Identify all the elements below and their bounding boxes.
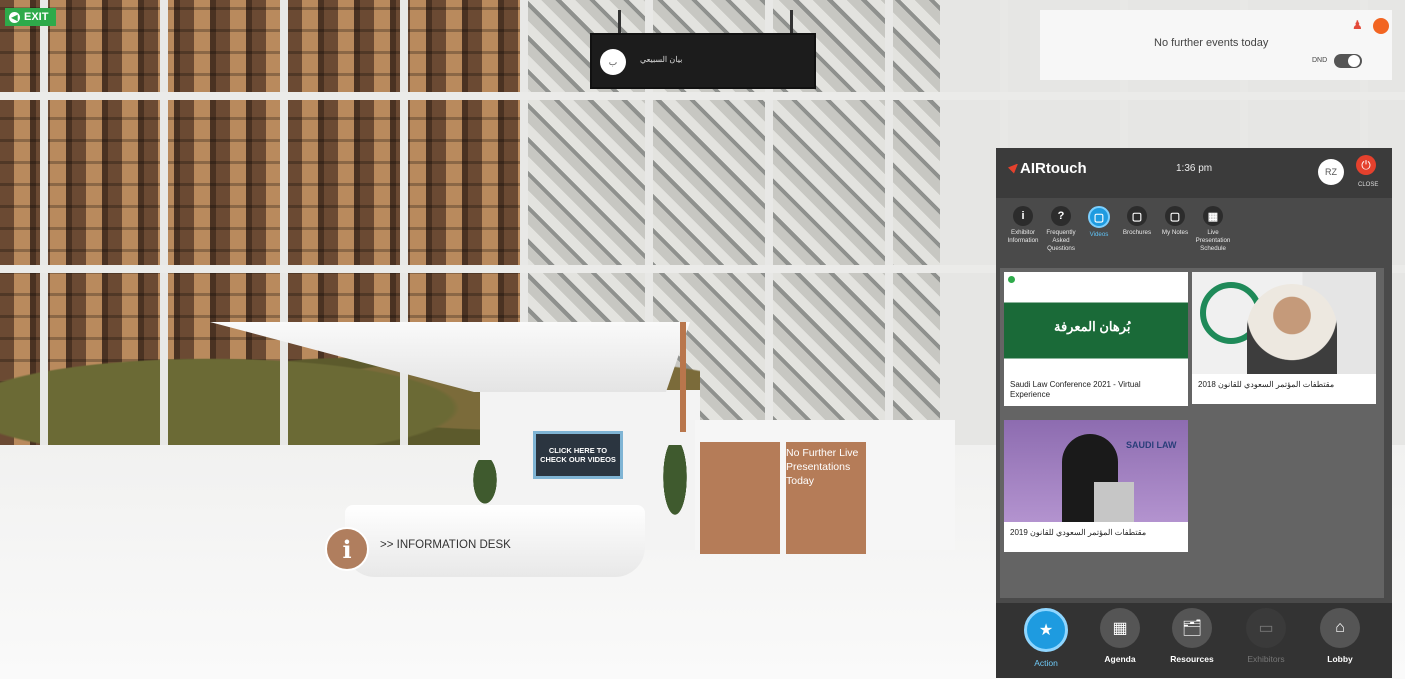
window-frame [160,0,168,460]
screen-wire [790,10,793,34]
tab-my-notes[interactable]: ▢ My Notes [1160,206,1190,253]
nav-label: Resources [1170,654,1214,664]
video-icon: ▢ [1088,206,1110,228]
notes-icon: ▢ [1165,206,1185,226]
tab-live-presentation-schedule[interactable]: ▦ Live Presentation Schedule [1196,206,1230,253]
resources-icon: 🗂 [1172,608,1212,648]
home-icon: ⌂ [1320,608,1360,648]
video-list: بُرهان المعرفة Saudi Law Conference 2021… [1000,268,1384,598]
screen-wire [618,10,621,34]
presentation-door-left[interactable] [700,442,780,554]
tab-videos[interactable]: ▢ Videos [1084,206,1114,253]
presenter-avatar: ب [600,49,626,75]
video-thumbnail: بُرهان المعرفة [1004,272,1188,374]
calendar-icon: ▦ [1100,608,1140,648]
user-avatar[interactable]: RZ [1318,159,1344,185]
exit-label: EXIT [24,11,49,23]
arrow-left-icon: ◀ [9,11,20,23]
schedule-icon: ▦ [1203,206,1223,226]
airtouch-panel: AIRtouch 1:36 pm RZ ⏻ CLOSE i Exhibitor … [996,148,1392,678]
presenter-name: بيان السبيعي [640,55,683,64]
window-frame [885,0,893,460]
plant-decoration [660,445,690,525]
notification-badge[interactable] [1373,18,1389,34]
info-desk-label[interactable]: >> INFORMATION DESK [380,539,511,551]
video-card[interactable]: بُرهان المعرفة Saudi Law Conference 2021… [1004,272,1188,406]
plant-decoration [470,460,500,510]
nav-exhibitors: ▭ Exhibitors [1236,608,1296,664]
user-alert-icon[interactable]: ♟ [1352,18,1363,32]
tab-exhibitor-information[interactable]: i Exhibitor Information [1008,206,1038,253]
exit-button[interactable]: ◀ EXIT [5,8,57,26]
power-icon[interactable]: ⏻ [1356,155,1376,175]
tab-brochures[interactable]: ▢ Brochures [1122,206,1152,253]
star-icon: ★ [1024,608,1068,652]
window-frame [400,0,408,460]
clock: 1:36 pm [1176,163,1213,174]
bottom-nav: ★ Action ▦ Agenda 🗂 Resources ▭ Exhibito… [996,603,1392,678]
thumbnail-text: SAUDI LAW [1126,440,1177,450]
nav-resources[interactable]: 🗂 Resources [1162,608,1222,664]
info-icon: i [1013,206,1033,226]
window-frame [280,0,288,460]
logo-mark-icon [1008,163,1018,174]
video-title: مقتطفات المؤتمر السعودي للقانون 2018 [1198,380,1335,389]
video-thumbnail [1192,272,1376,374]
video-title: مقتطفات المؤتمر السعودي للقانون 2019 [1010,528,1147,537]
nav-label: Exhibitors [1247,654,1285,664]
window-frame [0,92,1405,100]
tab-faq[interactable]: ? Frequently Asked Questions [1046,206,1076,253]
hanging-screen: ب بيان السبيعي [590,33,816,89]
video-thumbnail: SAUDI LAW [1004,420,1188,522]
brochure-icon: ▢ [1127,206,1147,226]
airtouch-logo: AIRtouch [1008,160,1087,177]
thumbnail-text: بُرهان المعرفة [1054,319,1131,334]
dnd-label: DND [1312,57,1328,64]
nav-action[interactable]: ★ Action [1016,608,1076,668]
dnd-toggle[interactable] [1334,54,1362,68]
events-message: No further events today [1154,37,1269,49]
window-frame [40,0,48,460]
nav-label: Lobby [1327,654,1353,664]
presentation-status-text: No Further Live Presentations Today [786,447,859,487]
booth-canopy-edge [680,322,686,432]
video-card[interactable]: SAUDI LAW مقتطفات المؤتمر السعودي للقانو… [1004,420,1188,552]
airtouch-tabs: i Exhibitor Information ? Frequently Ask… [1008,206,1230,253]
info-desk-icon[interactable]: i [325,527,369,571]
airtouch-header: AIRtouch 1:36 pm RZ ⏻ CLOSE [996,148,1392,198]
monitor-icon: ▭ [1246,608,1286,648]
videos-screen-button[interactable]: CLICK HERE TO CHECK OUR VIDEOS [533,431,623,479]
nav-agenda[interactable]: ▦ Agenda [1090,608,1150,664]
video-title: Saudi Law Conference 2021 - Virtual Expe… [1010,380,1141,399]
video-card[interactable]: مقتطفات المؤتمر السعودي للقانون 2018 [1192,272,1376,404]
airtouch-logo-text: AIRtouch [1020,160,1087,177]
podium-image [1094,482,1134,522]
nav-label: Action [1034,658,1058,668]
question-icon: ? [1051,206,1071,226]
nav-label: Agenda [1104,654,1136,664]
speaker-image [1247,284,1337,374]
status-dot [1008,276,1015,283]
nav-lobby[interactable]: ⌂ Lobby [1310,608,1370,664]
close-label[interactable]: CLOSE [1358,182,1378,188]
tab-label: Live Presentation Schedule [1195,229,1231,252]
